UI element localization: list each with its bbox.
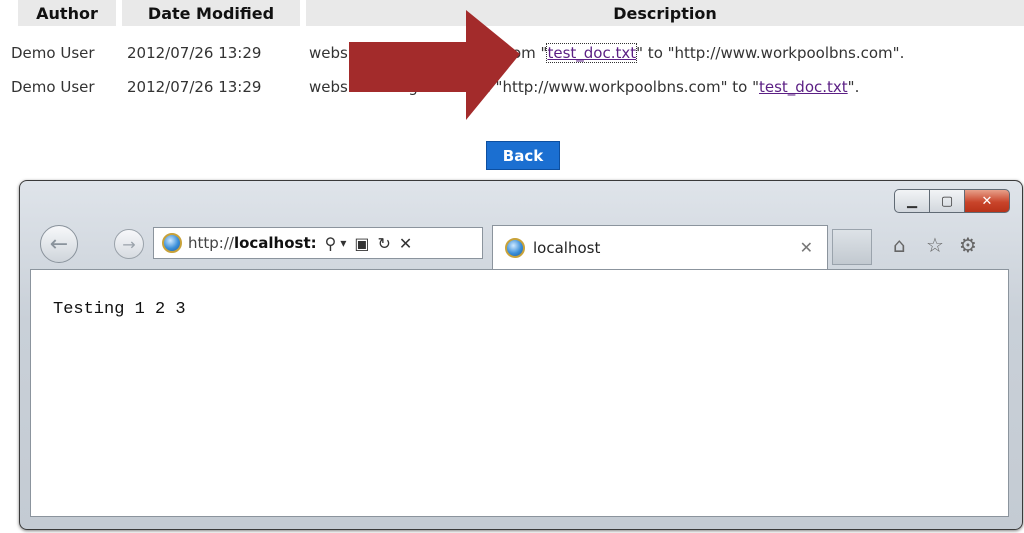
author-header: Author [18, 0, 116, 26]
forward-nav-button[interactable]: → [114, 229, 144, 259]
description-cell: website changed [309, 78, 437, 96]
description-tail: om "test_doc.txt" to "http://www.workpoo… [512, 43, 905, 63]
description-text: om "http://www.workpoolbns.com" to " [467, 78, 759, 96]
date-modified-header: Date Modified [122, 0, 300, 26]
refresh-icon[interactable]: ↻ [378, 234, 391, 253]
back-button[interactable]: Back [486, 141, 560, 170]
description-text: " to "http://www.workpoolbns.com". [636, 44, 905, 62]
dropdown-icon[interactable]: ▾ [340, 236, 346, 250]
test-doc-link[interactable]: test_doc.txt [759, 78, 848, 96]
close-tab-icon[interactable]: ✕ [800, 238, 813, 257]
favorites-star-icon[interactable]: ☆ [926, 233, 944, 257]
description-tail: om "http://www.workpoolbns.com" to "test… [467, 78, 859, 96]
description-text: om " [512, 44, 548, 62]
description-header: Description [306, 0, 1024, 26]
arrow-left-icon: ← [49, 231, 69, 257]
new-tab-button[interactable] [832, 229, 872, 265]
stop-icon[interactable]: ✕ [399, 234, 412, 253]
history-row: Demo User 2012/07/26 13:29 website chang… [0, 76, 1024, 102]
history-table: Author Date Modified Description Demo Us… [0, 0, 1024, 110]
gear-icon[interactable]: ⚙ [959, 233, 977, 257]
description-text: website changed [309, 78, 437, 96]
globe-icon [162, 233, 182, 253]
page-content: Testing 1 2 3 [30, 269, 1009, 517]
close-button[interactable]: ✕ [965, 189, 1010, 213]
browser-window: ▁ ▢ ✕ ← → http://localhost: ⚲ ▾ ▣ ↻ ✕ lo… [19, 180, 1023, 530]
url-host: localhost: [233, 234, 317, 252]
author-cell: Demo User [11, 78, 95, 96]
test-doc-link[interactable]: test_doc.txt [546, 43, 638, 63]
search-icon[interactable]: ⚲ [325, 234, 337, 253]
history-row: Demo User 2012/07/26 13:29 website om "t… [0, 42, 1024, 68]
date-cell: 2012/07/26 13:29 [127, 44, 262, 62]
url-scheme: http:// [188, 234, 234, 252]
tab-localhost[interactable]: localhost ✕ [492, 225, 828, 269]
description-text: ". [847, 78, 860, 96]
address-bar[interactable]: http://localhost: ⚲ ▾ ▣ ↻ ✕ [153, 227, 483, 259]
date-cell: 2012/07/26 13:29 [127, 78, 262, 96]
window-controls: ▁ ▢ ✕ [894, 189, 1010, 213]
author-cell: Demo User [11, 44, 95, 62]
minimize-button[interactable]: ▁ [894, 189, 930, 213]
compatibility-view-icon[interactable]: ▣ [354, 234, 369, 253]
description-text: website [309, 44, 368, 62]
maximize-button[interactable]: ▢ [930, 189, 965, 213]
arrow-right-icon: → [122, 234, 136, 254]
description-cell: website [309, 44, 367, 62]
back-nav-button[interactable]: ← [40, 225, 78, 263]
home-icon[interactable]: ⌂ [893, 233, 906, 257]
content-text: Testing 1 2 3 [53, 300, 186, 319]
globe-icon [505, 237, 525, 258]
url-text[interactable]: http://localhost: [188, 234, 317, 252]
tab-title: localhost [533, 238, 601, 257]
